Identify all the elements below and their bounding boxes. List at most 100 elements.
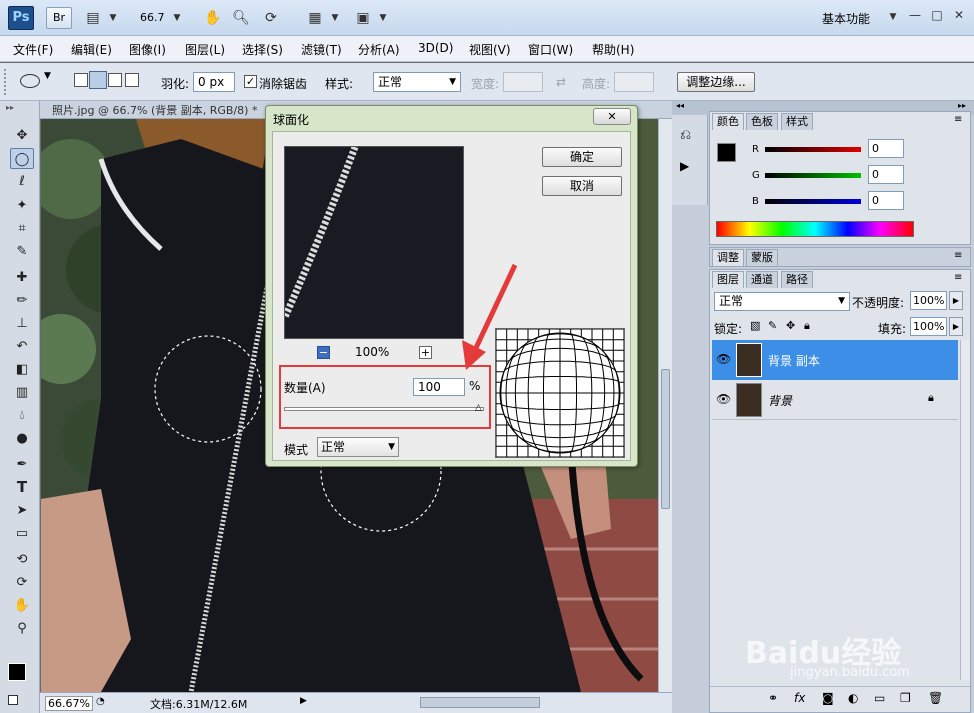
menu-filter[interactable]: 滤镜(T) <box>301 41 342 58</box>
brush-tool-icon[interactable]: ✏ <box>10 290 34 311</box>
preview-image[interactable] <box>284 146 464 339</box>
dodge-tool-icon[interactable]: ● <box>10 428 34 449</box>
new-selection-icon[interactable] <box>74 73 88 87</box>
layer-name[interactable]: 背景 <box>768 392 792 409</box>
lock-pixels-icon[interactable]: ✎ <box>768 319 777 332</box>
lasso-tool-icon[interactable]: ℓ <box>10 171 34 192</box>
blur-tool-icon[interactable]: 💧︎ <box>10 405 34 426</box>
tab-swatches[interactable]: 色板 <box>746 113 778 130</box>
actions-panel-icon[interactable]: ▶ <box>680 159 689 173</box>
adjustments-panel-menu-icon[interactable]: ≡ <box>954 250 962 261</box>
layer-row-background[interactable]: 👁︎ 背景 🔒︎ <box>712 380 958 420</box>
gradient-tool-icon[interactable]: ▥ <box>10 382 34 403</box>
opacity-input[interactable]: 100% <box>910 291 947 310</box>
link-layers-icon[interactable]: ⚭ <box>768 691 778 705</box>
magic-wand-tool-icon[interactable]: ✦ <box>10 195 34 216</box>
color-spectrum-bar[interactable] <box>716 221 914 237</box>
visibility-eye-icon[interactable]: 👁︎ <box>716 392 731 406</box>
status-info-icon[interactable]: ◔ <box>96 696 105 707</box>
mode-select[interactable]: 正常 ▼ <box>317 437 399 457</box>
tab-channels[interactable]: 通道 <box>746 271 778 288</box>
zoom-dropdown-icon[interactable]: ▼ <box>166 8 188 28</box>
delete-layer-icon[interactable]: 🗑︎ <box>928 691 943 705</box>
zoom-tool-icon[interactable]: ⚲ <box>10 618 34 639</box>
subtract-selection-icon[interactable] <box>108 73 122 87</box>
healing-brush-tool-icon[interactable]: ✚ <box>10 267 34 288</box>
add-mask-icon[interactable]: ◙ <box>822 691 834 705</box>
amount-slider[interactable]: △ <box>284 404 485 413</box>
zoom-out-icon[interactable]: − <box>317 346 330 359</box>
arrange-dropdown-icon[interactable]: ▼ <box>324 8 346 28</box>
menu-layer[interactable]: 图层(L) <box>185 41 225 58</box>
status-menu-icon[interactable]: ▶ <box>300 696 307 706</box>
screen-mode-dropdown-icon[interactable]: ▼ <box>372 8 394 28</box>
history-panel-icon[interactable]: ⎌ <box>680 127 691 143</box>
type-tool-icon[interactable]: T <box>10 477 34 498</box>
elliptical-marquee-tool-icon[interactable]: ◯ <box>10 148 34 169</box>
cancel-button[interactable]: 取消 <box>542 176 622 196</box>
tab-masks[interactable]: 蒙版 <box>746 249 778 266</box>
color-panel-menu-icon[interactable]: ≡ <box>954 114 962 125</box>
refine-edge-button[interactable]: 调整边缘... <box>677 72 755 92</box>
layers-panel-menu-icon[interactable]: ≡ <box>954 272 962 283</box>
tab-color[interactable]: 颜色 <box>712 113 744 130</box>
hand-tool-icon[interactable]: ✋ <box>10 595 34 616</box>
bridge-button[interactable]: Br <box>46 7 72 29</box>
workspace-dropdown-icon[interactable]: ▼ <box>882 7 904 27</box>
menu-3d[interactable]: 3D(D) <box>418 41 453 55</box>
screen-mode-icon[interactable]: ▣ <box>352 8 374 28</box>
dock-expand-icon[interactable]: ▸▸ <box>958 101 966 110</box>
vertical-scrollbar[interactable] <box>658 119 672 692</box>
channel-g-slider[interactable] <box>765 173 861 178</box>
menu-image[interactable]: 图像(I) <box>129 41 166 58</box>
visibility-eye-icon[interactable]: 👁︎ <box>716 352 731 366</box>
minimize-icon[interactable]: — <box>904 6 926 24</box>
menu-window[interactable]: 窗口(W) <box>528 41 573 58</box>
feather-input[interactable]: 0 px <box>193 72 235 92</box>
tool-preset-dropdown-icon[interactable]: ▼ <box>44 71 51 81</box>
3d-orbit-tool-icon[interactable]: ⟳ <box>10 572 34 593</box>
move-tool-icon[interactable]: ✥ <box>10 125 34 146</box>
add-selection-icon[interactable] <box>89 71 107 89</box>
channel-r-slider[interactable] <box>765 147 861 152</box>
lock-position-icon[interactable]: ✥ <box>786 319 795 332</box>
antialias-checkbox[interactable]: ✓ <box>244 75 257 88</box>
history-brush-tool-icon[interactable]: ↶ <box>10 336 34 357</box>
channel-r-input[interactable]: 0 <box>868 139 904 158</box>
channel-g-input[interactable]: 0 <box>868 165 904 184</box>
layer-row-background-copy[interactable]: 👁︎ 背景 副本 <box>712 340 958 380</box>
horizontal-scroll-thumb[interactable] <box>420 697 540 708</box>
menu-help[interactable]: 帮助(H) <box>592 41 634 58</box>
layers-scrollbar[interactable] <box>960 340 970 680</box>
zoom-in-icon[interactable]: + <box>419 346 432 359</box>
menu-select[interactable]: 选择(S) <box>242 41 283 58</box>
opacity-arrow-icon[interactable]: ▶ <box>949 291 963 310</box>
options-grip[interactable] <box>4 69 8 95</box>
ok-button[interactable]: 确定 <box>542 147 622 167</box>
layer-style-icon[interactable]: fx <box>794 691 805 705</box>
film-strip-icon[interactable]: ▤ <box>82 8 104 28</box>
crop-tool-icon[interactable]: ⌗ <box>10 218 34 239</box>
fill-input[interactable]: 100% <box>910 317 947 336</box>
workspace-switcher[interactable]: 基本功能 <box>822 10 870 27</box>
new-group-icon[interactable]: ▭ <box>874 691 885 705</box>
fill-arrow-icon[interactable]: ▶ <box>949 317 963 336</box>
foreground-color-swatch[interactable] <box>8 663 26 681</box>
zoom-indicator[interactable]: 66.67% <box>45 696 93 711</box>
zoom-level[interactable]: 66.7 <box>140 11 165 24</box>
zoom-icon[interactable]: 🔍︎ <box>230 8 252 28</box>
lock-transparency-icon[interactable]: ▧ <box>750 319 760 332</box>
dialog-close-icon[interactable]: ✕ <box>593 108 631 125</box>
hand-icon[interactable]: ✋ <box>202 8 224 28</box>
blend-mode-select[interactable]: 正常 ▼ <box>714 292 850 311</box>
arrange-docs-icon[interactable]: ▦ <box>304 8 326 28</box>
tab-layers[interactable]: 图层 <box>712 271 744 288</box>
amount-slider-thumb[interactable]: △ <box>475 404 485 413</box>
eraser-tool-icon[interactable]: ◧ <box>10 359 34 380</box>
amount-input[interactable]: 100 <box>413 378 465 396</box>
lock-all-icon[interactable]: 🔒︎ <box>804 319 810 333</box>
style-select[interactable]: 正常 ▼ <box>373 72 461 92</box>
path-selection-tool-icon[interactable]: ➤ <box>10 500 34 521</box>
foreground-swatch[interactable] <box>717 143 736 162</box>
adjustment-layer-icon[interactable]: ◐ <box>848 691 858 705</box>
